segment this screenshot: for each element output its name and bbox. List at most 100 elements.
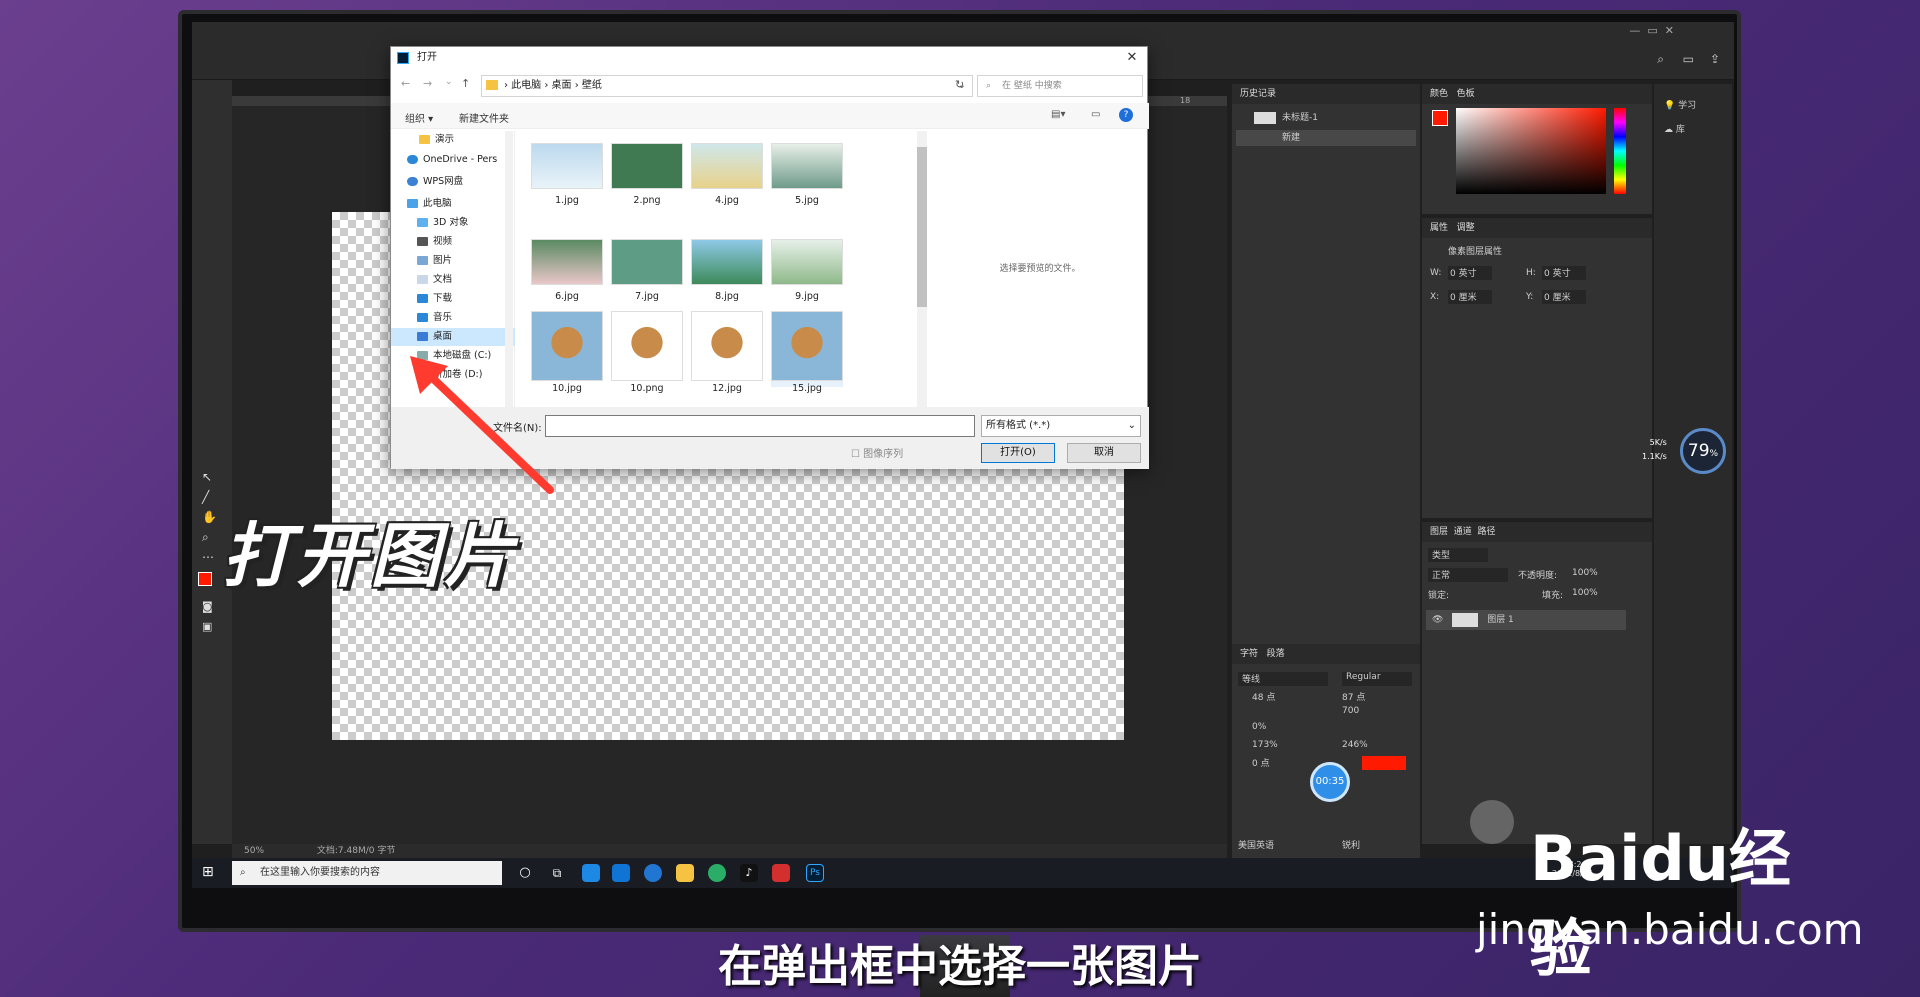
edge-icon[interactable] xyxy=(582,864,600,882)
refresh-icon[interactable]: ↻ xyxy=(955,78,964,91)
cortana-icon[interactable]: ○ xyxy=(516,864,534,882)
file-item[interactable]: 12.jpg xyxy=(691,311,763,394)
tab-channels[interactable]: 通道 xyxy=(1454,527,1472,537)
file-item[interactable]: 15.jpg xyxy=(771,311,843,394)
nav-item-downloads[interactable]: 下载 xyxy=(391,290,515,308)
scroll-thumb[interactable] xyxy=(917,147,927,307)
file-item[interactable]: 2.png xyxy=(611,143,683,219)
wechat-icon[interactable] xyxy=(708,864,726,882)
file-grid-scrollbar[interactable] xyxy=(917,131,927,407)
more-tools-icon[interactable]: ⋯ xyxy=(202,550,214,564)
layer-row[interactable]: 👁 图层 1 xyxy=(1426,610,1626,630)
window-controls[interactable]: — ▭ ✕ xyxy=(1629,24,1674,37)
open-button[interactable]: 打开(O) xyxy=(981,443,1055,463)
font-style-select[interactable]: Regular xyxy=(1342,672,1412,686)
height-field[interactable]: 0 英寸 xyxy=(1542,266,1586,280)
nav-item-demo[interactable]: 演示 xyxy=(391,131,515,149)
breadcrumb-item[interactable]: 桌面 xyxy=(552,80,572,91)
up-icon[interactable]: ↑ xyxy=(461,77,470,90)
nav-item-wps[interactable]: WPS网盘 xyxy=(391,173,515,191)
hue-slider[interactable] xyxy=(1614,108,1626,194)
file-item[interactable]: 8.jpg xyxy=(691,239,763,315)
nav-item-this-pc[interactable]: 此电脑 xyxy=(391,195,515,213)
color-field[interactable] xyxy=(1456,108,1606,194)
antialias-select[interactable]: 锐利 xyxy=(1342,838,1402,852)
windows-start-icon[interactable]: ⊞ xyxy=(202,864,218,880)
help-icon[interactable]: ? xyxy=(1119,108,1133,122)
file-item[interactable]: 1.jpg xyxy=(531,143,603,219)
browser-icon[interactable] xyxy=(644,864,662,882)
search-field[interactable]: ⌕ 在 壁纸 中搜索 xyxy=(977,75,1143,97)
tab-adjustments[interactable]: 调整 xyxy=(1457,223,1475,233)
photoshop-icon[interactable]: Ps xyxy=(806,864,824,882)
history-tab[interactable]: 历史记录 xyxy=(1232,84,1420,104)
tracking-field[interactable]: 700 xyxy=(1342,706,1402,720)
file-item[interactable]: 5.jpg xyxy=(771,143,843,219)
hand-tool-icon[interactable]: ✋ xyxy=(202,510,217,524)
quickmask-icon[interactable]: ◙ xyxy=(202,600,213,613)
text-color-swatch[interactable] xyxy=(1362,756,1406,770)
file-item[interactable]: 9.jpg xyxy=(771,239,843,315)
new-folder-button[interactable]: 新建文件夹 xyxy=(459,110,509,125)
file-item[interactable]: 10.png xyxy=(611,311,683,394)
zoom-level[interactable]: 50% xyxy=(244,846,264,856)
tab-color[interactable]: 颜色 xyxy=(1430,89,1448,99)
fill-field[interactable]: 100% xyxy=(1572,588,1612,602)
view-options-icon[interactable]: ▤▾ xyxy=(1051,109,1065,120)
recent-chevron-icon[interactable]: ⌄ xyxy=(445,77,453,87)
image-sequence-checkbox[interactable]: ☐ 图像序列 xyxy=(851,445,903,460)
screen-mode-icon[interactable]: ▣ xyxy=(202,620,212,633)
filetype-select[interactable]: 所有格式 (*.*) ⌄ xyxy=(981,415,1141,437)
nav-item-music[interactable]: 音乐 xyxy=(391,309,515,327)
tab-character[interactable]: 字符 xyxy=(1240,649,1258,659)
tab-paragraph[interactable]: 段落 xyxy=(1267,649,1285,659)
tiktok-icon[interactable]: ♪ xyxy=(740,864,758,882)
search-icon[interactable]: ⌕ xyxy=(1657,52,1664,67)
tab-swatches[interactable]: 色板 xyxy=(1457,89,1475,99)
file-explorer-icon[interactable] xyxy=(676,864,694,882)
share-icon[interactable]: ⇪ xyxy=(1710,52,1720,66)
leading-field[interactable]: 87 点 xyxy=(1342,690,1402,704)
zoom-tool-icon[interactable]: ⌕ xyxy=(202,530,209,545)
history-item[interactable]: 新建 xyxy=(1236,130,1416,146)
close-button[interactable]: ✕ xyxy=(1123,49,1141,67)
back-icon[interactable]: ← xyxy=(401,77,410,90)
tab-layers[interactable]: 图层 xyxy=(1430,527,1448,537)
address-bar[interactable]: › 此电脑 › 桌面 › 壁纸 ⌄ xyxy=(481,75,973,97)
nav-item-pictures[interactable]: 图片 xyxy=(391,252,515,270)
opacity-field[interactable]: 100% xyxy=(1572,568,1612,582)
y-field[interactable]: 0 厘米 xyxy=(1542,290,1586,304)
blend-mode-select[interactable]: 正常 xyxy=(1428,568,1508,582)
move-tool-icon[interactable]: ↖ xyxy=(202,470,212,484)
tab-properties[interactable]: 属性 xyxy=(1430,223,1448,233)
font-family-select[interactable]: 等线 xyxy=(1238,672,1328,686)
nav-item-onedrive[interactable]: OneDrive - Pers xyxy=(391,151,515,169)
breadcrumb-item[interactable]: 壁纸 xyxy=(582,80,602,91)
wps-icon[interactable] xyxy=(772,864,790,882)
file-item[interactable]: 6.jpg xyxy=(531,239,603,315)
nav-item-desktop[interactable]: 桌面 xyxy=(391,328,515,346)
organize-button[interactable]: 组织 ▾ xyxy=(405,110,433,125)
filename-input[interactable] xyxy=(545,415,975,437)
eye-icon[interactable]: 👁 xyxy=(1432,615,1443,625)
font-size-field[interactable]: 48 点 xyxy=(1252,690,1312,704)
history-item[interactable]: 未标题-1 xyxy=(1236,110,1416,126)
cancel-button[interactable]: 取消 xyxy=(1067,443,1141,463)
file-item[interactable]: 4.jpg xyxy=(691,143,763,219)
preview-pane-icon[interactable]: ▭ xyxy=(1091,109,1100,120)
tab-paths[interactable]: 路径 xyxy=(1478,527,1496,537)
nav-item-documents[interactable]: 文档 xyxy=(391,271,515,289)
forward-icon[interactable]: → xyxy=(423,77,432,90)
layer-filter-select[interactable]: 类型 xyxy=(1428,548,1488,562)
foreground-color-swatch[interactable] xyxy=(198,572,212,586)
fg-color-chip[interactable] xyxy=(1432,110,1448,126)
nav-item-3d[interactable]: 3D 对象 xyxy=(391,214,515,232)
x-field[interactable]: 0 厘米 xyxy=(1448,290,1492,304)
baseline-field[interactable]: 0 点 xyxy=(1252,756,1312,770)
nav-item-videos[interactable]: 视频 xyxy=(391,233,515,251)
learn-button[interactable]: 💡 学习 xyxy=(1664,98,1696,111)
workspace-icon[interactable]: ▭ xyxy=(1683,52,1694,66)
taskbar-search[interactable]: ⌕ 在这里输入你要搜索的内容 xyxy=(232,861,502,885)
file-item[interactable]: 7.jpg xyxy=(611,239,683,315)
edge-dev-icon[interactable] xyxy=(612,864,630,882)
